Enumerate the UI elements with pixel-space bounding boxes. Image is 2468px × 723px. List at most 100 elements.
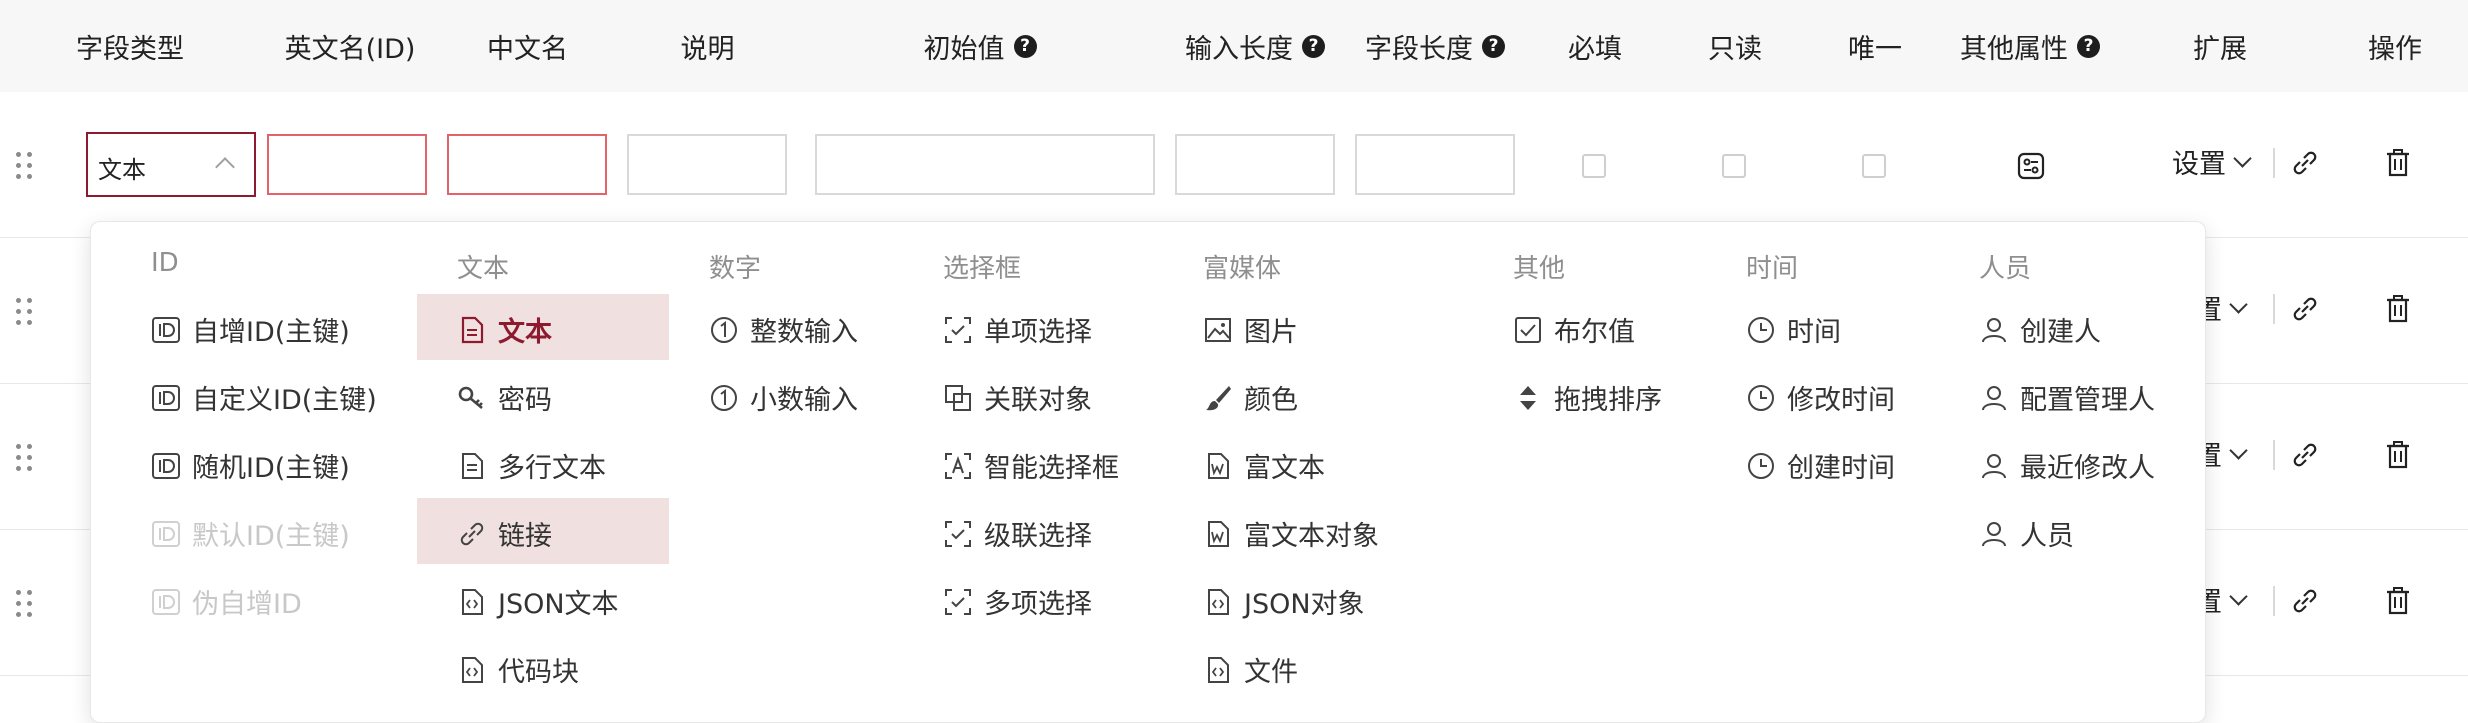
help-icon[interactable]: ? xyxy=(2077,34,2100,58)
help-icon[interactable]: ? xyxy=(1013,34,1037,58)
delete-icon[interactable] xyxy=(2384,440,2412,470)
drag-handle-icon[interactable] xyxy=(16,590,34,620)
header-description: 说明 xyxy=(680,33,735,65)
field-length-input[interactable] xyxy=(1355,134,1515,195)
drag-handle-icon[interactable] xyxy=(16,152,34,182)
option-smart-select[interactable]: 智能选择框 xyxy=(943,446,1119,485)
drag-handle-icon[interactable] xyxy=(16,298,34,328)
group-title-text: 文本 xyxy=(457,254,510,284)
description-input[interactable] xyxy=(627,134,787,195)
clock-icon xyxy=(1748,316,1774,343)
text-doc-icon xyxy=(462,452,483,479)
initial-value-input[interactable] xyxy=(815,134,1155,195)
user-icon xyxy=(1982,453,2006,478)
option-drag-sort[interactable]: 拖拽排序 xyxy=(1513,378,1662,417)
code-doc-icon xyxy=(462,588,483,615)
option-auto-id[interactable]: 自增ID(主键) xyxy=(151,310,350,349)
option-multi-select[interactable]: 多项选择 xyxy=(943,582,1092,621)
option-decimal-input[interactable]: 小数输入 xyxy=(709,378,858,417)
link-icon[interactable] xyxy=(2290,294,2320,324)
number-one-icon xyxy=(711,384,737,411)
option-code-block[interactable]: 代码块 xyxy=(457,650,579,689)
help-icon[interactable]: ? xyxy=(1482,34,1505,58)
chevron-up-icon xyxy=(215,157,235,177)
link-icon[interactable] xyxy=(2290,440,2320,470)
code-doc-icon xyxy=(462,656,483,683)
header-readonly: 只读 xyxy=(1708,33,1762,65)
link-icon[interactable] xyxy=(2290,148,2320,178)
field-type-select[interactable]: 文本 xyxy=(86,132,256,197)
header-other-props: 其他属性? xyxy=(1945,0,2115,92)
word-doc-icon xyxy=(1208,520,1229,547)
option-color[interactable]: 颜色 xyxy=(1203,378,1298,417)
text-doc-icon xyxy=(461,316,484,343)
number-one-icon xyxy=(711,316,737,343)
option-multiline-text[interactable]: 多行文本 xyxy=(457,446,606,485)
smart-select-icon xyxy=(945,452,971,479)
relation-icon xyxy=(945,384,971,411)
group-title-select: 选择框 xyxy=(943,254,1022,284)
table-header: 字段类型 英文名(ID) 中文名 说明 初始值? 输入长度? 字段长度? 必填 … xyxy=(0,0,2468,93)
extend-settings-dropdown[interactable]: 设置 xyxy=(2172,142,2252,181)
code-doc-icon xyxy=(1208,656,1229,683)
option-cascade-select[interactable]: 级联选择 xyxy=(943,514,1092,553)
id-icon xyxy=(152,520,180,547)
chevron-down-icon xyxy=(2229,441,2248,460)
option-file[interactable]: 文件 xyxy=(1203,650,1298,689)
option-image[interactable]: 图片 xyxy=(1203,310,1298,349)
readonly-checkbox[interactable] xyxy=(1722,154,1746,178)
option-link[interactable]: 链接 xyxy=(457,514,552,553)
checkbox-icon xyxy=(1515,316,1541,343)
chevron-down-icon xyxy=(2229,295,2248,314)
option-rich-text[interactable]: 富文本 xyxy=(1203,446,1325,485)
group-title-time: 时间 xyxy=(1746,254,1799,284)
divider xyxy=(2273,148,2275,178)
option-person[interactable]: 人员 xyxy=(1979,514,2074,553)
id-icon xyxy=(152,588,180,615)
link-icon[interactable] xyxy=(2290,586,2320,616)
image-icon xyxy=(1205,317,1231,342)
option-modified-time[interactable]: 修改时间 xyxy=(1746,378,1895,417)
option-text[interactable]: 文本 xyxy=(457,310,552,349)
option-custom-id[interactable]: 自定义ID(主键) xyxy=(151,378,377,417)
header-english-name: 英文名(ID) xyxy=(284,33,416,65)
id-icon xyxy=(152,316,180,343)
option-relation-object[interactable]: 关联对象 xyxy=(943,378,1092,417)
option-config-manager[interactable]: 配置管理人 xyxy=(1979,378,2155,417)
delete-icon[interactable] xyxy=(2384,294,2412,324)
unique-checkbox[interactable] xyxy=(1862,154,1886,178)
option-single-select[interactable]: 单项选择 xyxy=(943,310,1092,349)
option-rich-text-object[interactable]: 富文本对象 xyxy=(1203,514,1379,553)
chevron-down-icon xyxy=(2229,587,2248,606)
english-name-input[interactable] xyxy=(267,134,427,195)
option-json-object[interactable]: JSON对象 xyxy=(1203,582,1365,621)
group-title-other: 其他 xyxy=(1513,254,1566,284)
option-password[interactable]: 密码 xyxy=(457,378,552,417)
option-creator[interactable]: 创建人 xyxy=(1979,310,2101,349)
select-check-icon xyxy=(945,520,971,547)
input-length-input[interactable] xyxy=(1175,134,1335,195)
group-title-number: 数字 xyxy=(709,254,762,284)
option-json-text[interactable]: JSON文本 xyxy=(457,582,619,621)
other-properties-icon[interactable] xyxy=(2017,152,2045,180)
user-icon xyxy=(1982,317,2006,342)
header-chinese-name: 中文名 xyxy=(487,33,568,65)
option-integer-input[interactable]: 整数输入 xyxy=(709,310,858,349)
delete-icon[interactable] xyxy=(2384,148,2412,178)
option-boolean[interactable]: 布尔值 xyxy=(1513,310,1635,349)
option-time[interactable]: 时间 xyxy=(1746,310,1841,349)
option-last-modifier[interactable]: 最近修改人 xyxy=(1979,446,2155,485)
option-created-time[interactable]: 创建时间 xyxy=(1746,446,1895,485)
header-field-length: 字段长度? xyxy=(1350,0,1520,92)
key-icon xyxy=(458,386,483,409)
help-icon[interactable]: ? xyxy=(1302,34,1325,58)
option-random-id[interactable]: 随机ID(主键) xyxy=(151,446,350,485)
group-title-people: 人员 xyxy=(1979,254,2032,284)
header-extend: 扩展 xyxy=(2193,33,2247,65)
brush-icon xyxy=(1206,385,1231,410)
required-checkbox[interactable] xyxy=(1582,154,1606,178)
chinese-name-input[interactable] xyxy=(447,134,607,195)
link-icon xyxy=(460,522,484,545)
drag-handle-icon[interactable] xyxy=(16,444,34,474)
delete-icon[interactable] xyxy=(2384,586,2412,616)
